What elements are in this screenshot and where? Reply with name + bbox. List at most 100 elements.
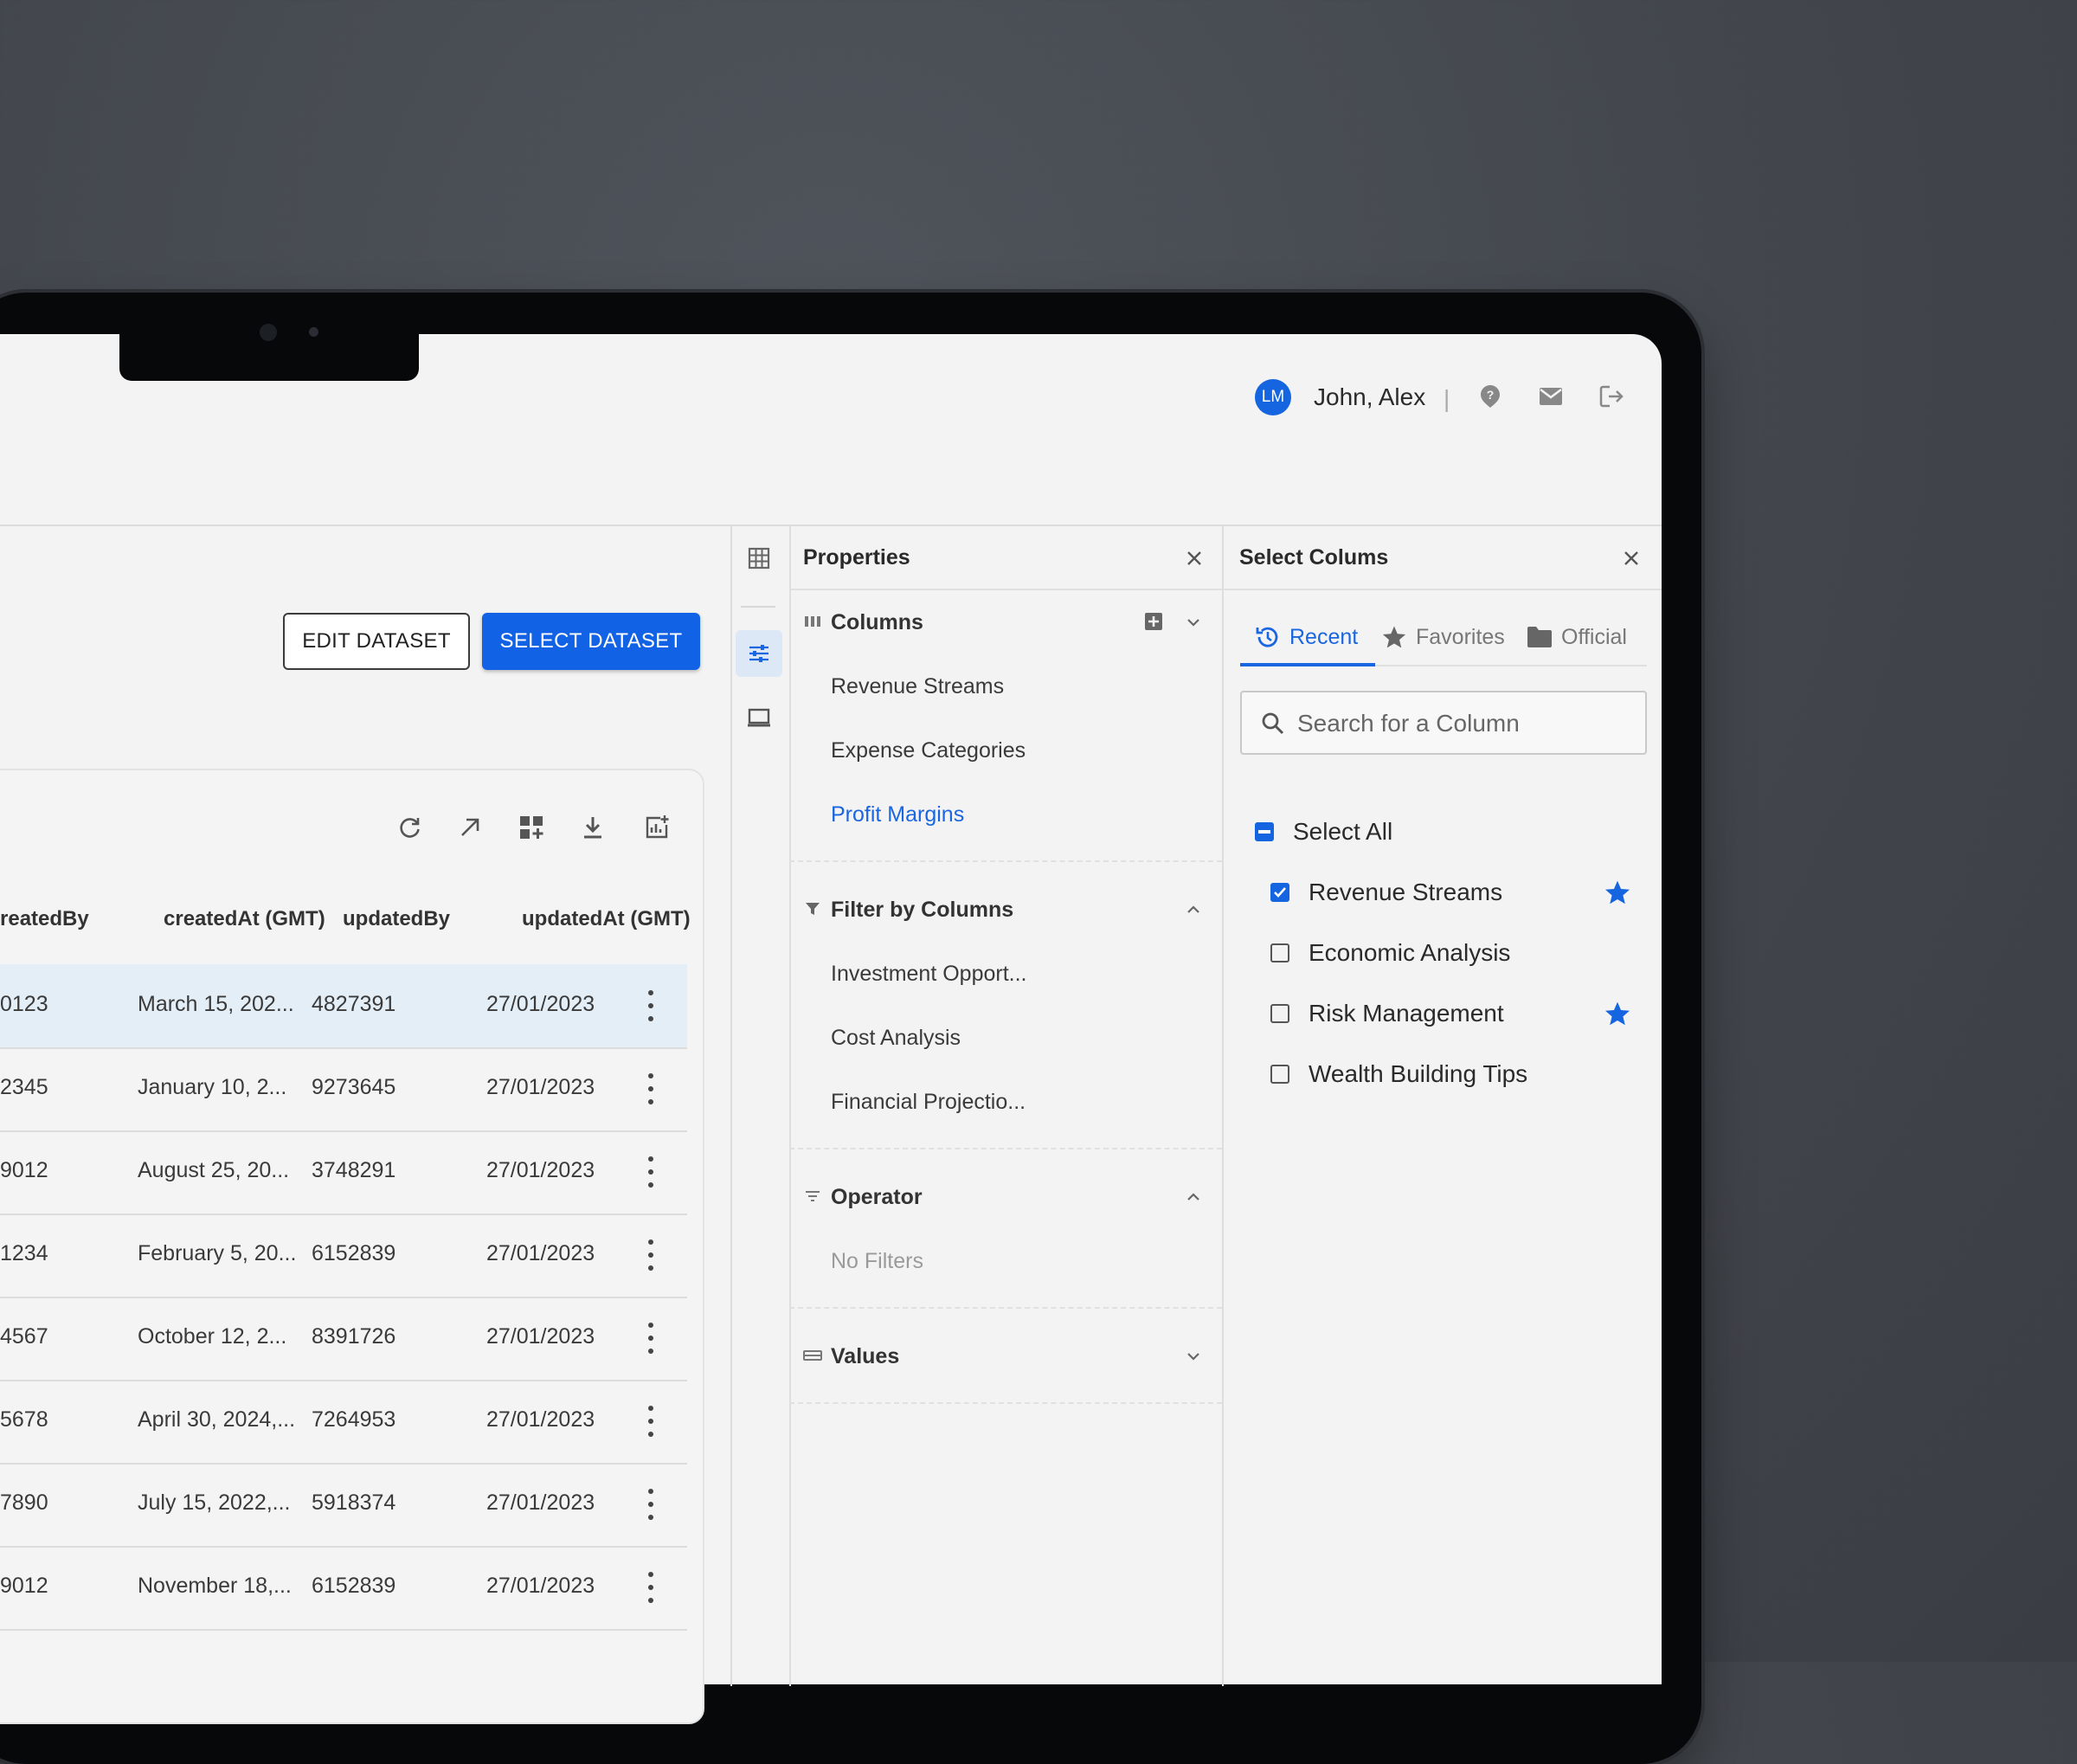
rail-divider: [741, 606, 775, 608]
more-options-icon[interactable]: [640, 1156, 661, 1188]
more-options-icon[interactable]: [640, 1572, 661, 1603]
table-cell: 27/01/2023: [486, 1490, 595, 1515]
table-row[interactable]: 1234 February 5, 20... 6152839 27/01/2023: [0, 1214, 687, 1298]
column-option-checkbox[interactable]: [1270, 1004, 1289, 1023]
table-cell: 27/01/2023: [486, 1574, 595, 1598]
table-cell: 5678: [0, 1407, 48, 1432]
column-option-checkbox[interactable]: [1270, 883, 1289, 902]
properties-tune-icon[interactable]: [736, 630, 782, 677]
chevron-up-icon[interactable]: [1183, 899, 1204, 920]
active-tab-indicator: [1240, 663, 1375, 666]
more-options-icon[interactable]: [640, 1323, 661, 1354]
column-header-createdat[interactable]: createdAt (GMT): [164, 907, 325, 931]
mail-icon[interactable]: [1535, 381, 1566, 412]
help-icon[interactable]: ?: [1475, 381, 1506, 412]
tab-recent[interactable]: Recent: [1255, 620, 1358, 654]
tab-favorites[interactable]: Favorites: [1381, 620, 1505, 654]
filter-item[interactable]: Cost Analysis: [831, 1026, 961, 1051]
more-options-icon[interactable]: [640, 990, 661, 1021]
operator-section-header[interactable]: Operator: [831, 1185, 923, 1210]
add-column-icon[interactable]: [1144, 612, 1163, 631]
columns-item[interactable]: Revenue Streams: [831, 674, 1004, 699]
preview-screen-icon[interactable]: [736, 694, 782, 741]
expand-icon[interactable]: [453, 810, 487, 845]
table-cell: August 25, 20...: [138, 1158, 290, 1182]
download-icon[interactable]: [576, 810, 610, 845]
star-icon: [1382, 626, 1406, 648]
more-options-icon[interactable]: [640, 1073, 661, 1104]
column-search-input[interactable]: [1296, 705, 1637, 743]
column-option-label: Economic Analysis: [1309, 939, 1511, 966]
table-cell: 27/01/2023: [486, 992, 595, 1016]
table-row[interactable]: 2345 January 10, 2... 9273645 27/01/2023: [0, 1047, 687, 1132]
avatar[interactable]: LM: [1255, 379, 1291, 415]
select-all-row[interactable]: Select All: [1255, 814, 1392, 849]
table-cell: 27/01/2023: [486, 1241, 595, 1265]
select-all-checkbox[interactable]: [1255, 822, 1274, 841]
select-dataset-button[interactable]: SELECT DATASET: [482, 613, 700, 670]
column-option-label: Revenue Streams: [1309, 879, 1503, 905]
edit-dataset-button[interactable]: EDIT DATASET: [283, 613, 470, 670]
columns-item[interactable]: Expense Categories: [831, 738, 1026, 763]
column-option[interactable]: Economic Analysis: [1270, 936, 1510, 970]
table-row[interactable]: 0123 March 15, 202... 4827391 27/01/2023: [0, 964, 687, 1049]
header-separator: |: [1444, 385, 1450, 412]
table-cell: 3748291: [312, 1158, 396, 1182]
table-row[interactable]: 7890 July 15, 2022,... 5918374 27/01/2023: [0, 1463, 687, 1548]
column-header-updatedat[interactable]: updatedAt (GMT): [522, 907, 691, 931]
logout-icon[interactable]: [1596, 381, 1627, 412]
table-cell: 6152839: [312, 1574, 396, 1598]
filter-item[interactable]: Investment Opport...: [831, 962, 1027, 987]
more-options-icon[interactable]: [640, 1489, 661, 1520]
favorite-star-icon[interactable]: [1604, 879, 1631, 906]
table-cell: 4827391: [312, 992, 396, 1016]
table-cell: 27/01/2023: [486, 1158, 595, 1182]
column-header-createdby[interactable]: reatedBy: [0, 907, 89, 931]
table-cell: November 18,...: [138, 1574, 292, 1598]
select-columns-close-icon[interactable]: [1618, 545, 1644, 571]
chevron-down-icon[interactable]: [1183, 612, 1204, 633]
search-icon: [1262, 712, 1284, 735]
section-divider: [789, 1307, 1222, 1309]
table-cell: 27/01/2023: [486, 1075, 595, 1099]
select-columns-header-divider: [1224, 589, 1662, 590]
table-cell: 9273645: [312, 1075, 396, 1099]
section-divider: [789, 1148, 1222, 1149]
columns-item-active[interactable]: Profit Margins: [831, 802, 964, 827]
more-options-icon[interactable]: [640, 1239, 661, 1271]
filter-icon: [803, 899, 822, 918]
user-name[interactable]: John, Alex: [1314, 383, 1425, 411]
column-header-updatedby[interactable]: updatedBy: [343, 907, 450, 931]
refresh-icon[interactable]: [392, 810, 427, 845]
camera-notch: [119, 334, 419, 381]
more-options-icon[interactable]: [640, 1406, 661, 1437]
add-widget-icon[interactable]: [514, 810, 549, 845]
tab-official[interactable]: Official: [1527, 620, 1627, 654]
table-cell: 9012: [0, 1158, 48, 1182]
table-grid-icon[interactable]: [736, 535, 782, 582]
column-option[interactable]: Wealth Building Tips: [1270, 1057, 1527, 1091]
column-search-field[interactable]: [1240, 691, 1647, 755]
filter-item[interactable]: Financial Projectio...: [831, 1090, 1026, 1115]
table-row[interactable]: 4567 October 12, 2... 8391726 27/01/2023: [0, 1297, 687, 1381]
table-row[interactable]: 9012 August 25, 20... 3748291 27/01/2023: [0, 1130, 687, 1215]
column-option-checkbox[interactable]: [1270, 943, 1289, 962]
table-row[interactable]: 9012 November 18,... 6152839 27/01/2023: [0, 1546, 687, 1631]
table-cell: October 12, 2...: [138, 1324, 287, 1349]
values-section-header[interactable]: Values: [831, 1344, 899, 1369]
select-columns-title: Select Colums: [1239, 545, 1389, 570]
column-option[interactable]: Revenue Streams: [1270, 875, 1502, 910]
select-all-label: Select All: [1293, 818, 1393, 845]
chevron-down-icon[interactable]: [1183, 1346, 1204, 1367]
column-option-checkbox[interactable]: [1270, 1065, 1289, 1084]
table-cell: 7890: [0, 1490, 48, 1515]
table-row[interactable]: 5678 April 30, 2024,... 7264953 27/01/2023: [0, 1380, 687, 1465]
columns-section-header[interactable]: Columns: [831, 610, 923, 635]
column-option[interactable]: Risk Management: [1270, 996, 1504, 1031]
add-chart-icon[interactable]: [640, 810, 674, 845]
chevron-up-icon[interactable]: [1183, 1187, 1204, 1207]
favorite-star-icon[interactable]: [1604, 1000, 1631, 1027]
properties-close-icon[interactable]: [1181, 545, 1207, 571]
section-divider: [789, 1402, 1222, 1404]
filter-section-header[interactable]: Filter by Columns: [831, 898, 1013, 923]
